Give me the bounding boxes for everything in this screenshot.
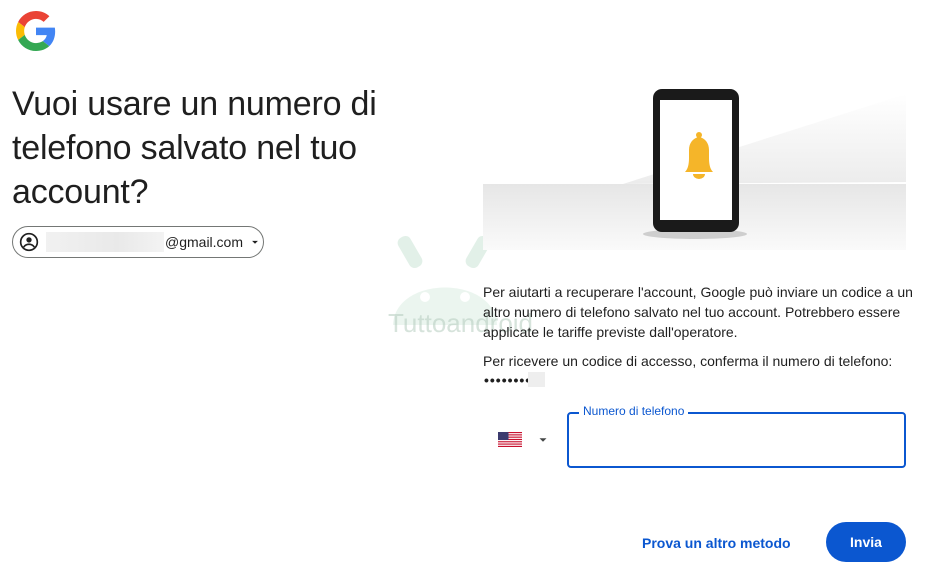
- chevron-down-icon: [252, 240, 258, 244]
- page-title: Vuoi usare un numero di telefono salvato…: [12, 85, 377, 211]
- masked-phone-number: ••••••••: [484, 372, 532, 388]
- phone-number-input[interactable]: [569, 414, 904, 466]
- account-circle-icon: [19, 232, 39, 252]
- confirm-instruction: Per ricevere un codice di accesso, confe…: [483, 353, 893, 369]
- phone-number-field[interactable]: [567, 412, 906, 468]
- country-selector[interactable]: [498, 428, 554, 452]
- redacted-username: [46, 232, 164, 252]
- chevron-down-icon: [539, 438, 547, 442]
- us-flag-icon: [498, 432, 522, 447]
- info-paragraph: Per aiutarti a recuperare l'account, Goo…: [483, 284, 913, 340]
- redacted-digits: [528, 372, 545, 387]
- send-button[interactable]: Invia: [826, 522, 906, 562]
- account-chip[interactable]: @gmail.com: [12, 226, 264, 258]
- phone-number-label: Numero di telefono: [579, 404, 689, 418]
- google-g-icon: [16, 11, 56, 51]
- phone-bell-illustration: [483, 85, 906, 250]
- try-another-way-button[interactable]: Prova un altro metodo: [630, 528, 803, 558]
- account-email: @gmail.com: [165, 234, 244, 250]
